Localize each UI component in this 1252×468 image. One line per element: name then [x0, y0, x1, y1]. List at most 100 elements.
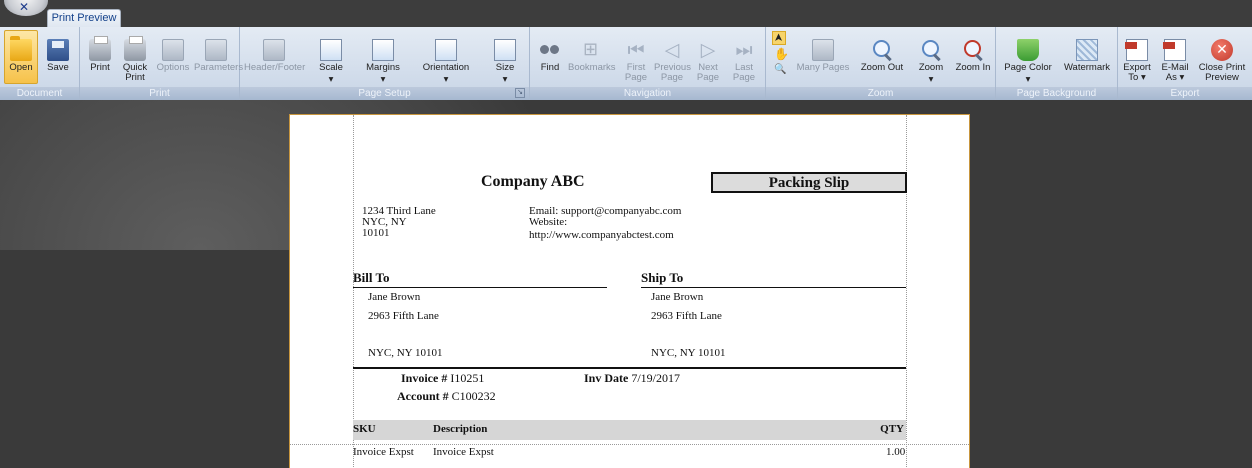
- zoom-in-button[interactable]: Zoom In: [954, 31, 992, 73]
- bookmarks-icon: [580, 39, 602, 61]
- printer-icon: [89, 36, 111, 61]
- bill-to-heading: Bill To: [353, 270, 390, 285]
- table-header: SKU Description QTY: [353, 420, 906, 440]
- left-margin-guide: [353, 115, 354, 468]
- header-footer-label: Header/Footer: [244, 62, 306, 73]
- print-button[interactable]: Print: [85, 31, 115, 73]
- bill-to-city: NYC, NY 10101: [368, 347, 443, 359]
- invoice-divider: [353, 367, 906, 369]
- app-logo-icon: ✕: [19, 0, 30, 14]
- application-menu-button[interactable]: ✕: [4, 0, 48, 16]
- ship-to-city: NYC, NY 10101: [651, 347, 726, 359]
- ribbon-group-export: Export To ▾ E-Mail As ▾ ✕ Close Print Pr…: [1118, 27, 1252, 100]
- size-dropdown-icon: ▾: [502, 74, 508, 85]
- orientation-icon: [435, 39, 457, 61]
- magnifier-tool-icon[interactable]: 🔍: [774, 64, 786, 75]
- options-button-label: Options: [156, 62, 190, 73]
- preview-area[interactable]: Company ABC Packing Slip 1234 Third Lane…: [0, 100, 1252, 468]
- last-page-icon: ⏭: [735, 39, 753, 61]
- address-line-3: 10101: [362, 227, 390, 239]
- size-button[interactable]: Size ▾: [490, 31, 520, 85]
- export-to-button[interactable]: Export To ▾: [1120, 31, 1154, 83]
- first-page-icon: ⏮: [627, 39, 645, 61]
- ribbon-group-document: Open Save Document: [0, 27, 80, 100]
- inv-date-label: Inv Date: [584, 371, 629, 385]
- zoom-in-icon: [962, 39, 984, 61]
- pointer-tool-icon[interactable]: [772, 31, 786, 45]
- document-page: Company ABC Packing Slip 1234 Third Lane…: [289, 114, 970, 468]
- many-pages-button[interactable]: Many Pages: [796, 31, 850, 73]
- margins-button[interactable]: Margins ▾: [360, 31, 406, 85]
- zoom-button[interactable]: Zoom ▾: [916, 31, 946, 85]
- zoom-out-button[interactable]: Zoom Out: [860, 31, 904, 73]
- previous-page-button[interactable]: ◁ Previous Page: [654, 31, 691, 83]
- export-pdf-icon: [1125, 39, 1148, 61]
- bill-to-street: 2963 Fifth Lane: [368, 310, 439, 322]
- col-description: Description: [433, 423, 488, 435]
- invoice-number: I10251: [450, 371, 485, 385]
- size-icon: [494, 39, 516, 61]
- row-description: Invoice Expst: [433, 446, 494, 458]
- bookmarks-button-label: Bookmarks: [568, 62, 616, 73]
- last-page-label: Last Page: [732, 62, 756, 83]
- zoom-dropdown-icon: ▾: [928, 74, 934, 85]
- orientation-button[interactable]: Orientation ▾: [418, 31, 474, 85]
- parameters-button-label: Parameters: [194, 62, 244, 73]
- bookmarks-button[interactable]: Bookmarks: [568, 31, 616, 73]
- margins-dropdown-icon: ▾: [380, 74, 386, 85]
- close-print-preview-button[interactable]: ✕ Close Print Preview: [1196, 31, 1248, 83]
- group-label-page-background: Page Background: [996, 87, 1117, 100]
- close-print-preview-label: Close Print Preview: [1198, 62, 1246, 83]
- quick-print-button[interactable]: Quick Print: [118, 31, 152, 83]
- ribbon-group-page-background: Page Color ▾ Watermark Page Background: [996, 27, 1118, 100]
- email-as-label: E-Mail As ▾: [1161, 62, 1189, 83]
- first-page-button[interactable]: ⏮ First Page: [622, 31, 650, 83]
- next-page-button[interactable]: ▷ Next Page: [694, 31, 722, 83]
- group-label-document: Document: [0, 87, 79, 100]
- parameters-icon: [205, 39, 227, 61]
- bill-to-rule: [353, 287, 607, 288]
- account-number-row: Account # C100232: [397, 389, 496, 404]
- watermark-icon: [1076, 39, 1098, 61]
- save-button[interactable]: Save: [42, 31, 74, 73]
- ship-to-rule: [641, 287, 906, 288]
- row-guide: [290, 444, 969, 445]
- account-number: C100232: [451, 389, 496, 403]
- header-footer-icon: [263, 39, 285, 61]
- header-footer-button[interactable]: Header/Footer: [244, 31, 306, 73]
- open-button[interactable]: Open: [4, 30, 38, 84]
- website-label: Website:: [529, 216, 568, 228]
- ribbon-group-page-setup: Header/Footer Scale ▾ Margins ▾ Orientat…: [240, 27, 530, 100]
- scale-icon: [320, 39, 342, 61]
- email-as-button[interactable]: E-Mail As ▾: [1158, 31, 1192, 83]
- previous-page-label: Previous Page: [654, 62, 691, 83]
- export-to-label: Export To ▾: [1123, 62, 1151, 83]
- hand-tool-icon[interactable]: ✋: [774, 47, 789, 61]
- options-button[interactable]: Options: [154, 31, 192, 73]
- page-color-button[interactable]: Page Color ▾: [1002, 31, 1054, 85]
- invoice-label: Invoice #: [401, 371, 448, 385]
- zoom-out-icon: [871, 39, 893, 61]
- page-color-label: Page Color: [1004, 62, 1052, 73]
- ship-to-heading: Ship To: [641, 270, 684, 285]
- last-page-button[interactable]: ⏭ Last Page: [730, 31, 758, 83]
- margins-button-label: Margins: [366, 62, 400, 73]
- parameters-button[interactable]: Parameters: [194, 31, 244, 73]
- page-setup-dialog-launcher[interactable]: ↘: [515, 88, 525, 98]
- find-button[interactable]: Find: [536, 31, 564, 73]
- next-page-icon: ▷: [700, 39, 716, 61]
- scale-button[interactable]: Scale ▾: [314, 31, 348, 85]
- ribbon-group-zoom: ✋ 🔍 Many Pages Zoom Out Zoom ▾ Zoom In Z…: [766, 27, 996, 100]
- quick-printer-icon: [124, 36, 146, 61]
- watermark-button[interactable]: Watermark: [1060, 31, 1114, 73]
- find-button-label: Find: [540, 62, 560, 73]
- disk-icon: [47, 39, 69, 61]
- group-label-print: Print: [80, 87, 239, 100]
- inv-date: 7/19/2017: [631, 371, 681, 385]
- row-qty: 1.00: [886, 446, 906, 458]
- ribbon-group-navigation: Find Bookmarks ⏮ First Page ◁ Previous P…: [530, 27, 766, 100]
- right-margin-guide: [906, 115, 907, 468]
- zoom-label: Zoom: [918, 62, 944, 73]
- bill-to-name: Jane Brown: [368, 291, 421, 303]
- tab-print-preview[interactable]: Print Preview: [47, 9, 121, 27]
